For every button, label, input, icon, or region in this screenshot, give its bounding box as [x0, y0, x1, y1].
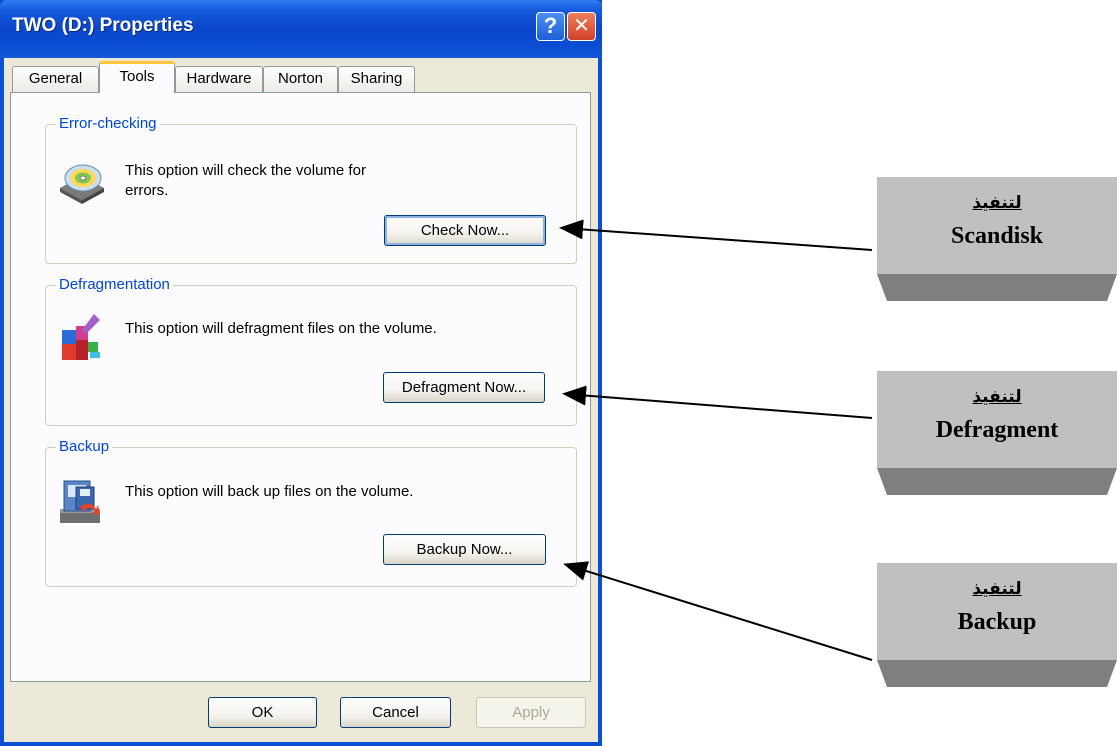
backup-arrow: [563, 561, 873, 661]
callout-backup-label: Backup: [957, 609, 1037, 635]
callout-backup: لتنفيذ Backup: [877, 563, 1117, 687]
callout-backup-arabic: لتنفيذ: [972, 579, 1022, 599]
tab-tools[interactable]: Tools: [99, 61, 175, 93]
callout-defragment-arabic: لتنفيذ: [972, 387, 1022, 407]
callout-scandisk-arabic: لتنفيذ: [972, 193, 1022, 213]
callout-scandisk: لتنفيذ Scandisk: [877, 177, 1117, 301]
scandisk-arrow: [559, 219, 873, 251]
callout-defragment: لتنفيذ Defragment: [877, 371, 1117, 495]
defragment-arrow: [562, 385, 873, 419]
callout-scandisk-label: Scandisk: [950, 223, 1044, 249]
callout-defragment-label: Defragment: [935, 417, 1059, 443]
